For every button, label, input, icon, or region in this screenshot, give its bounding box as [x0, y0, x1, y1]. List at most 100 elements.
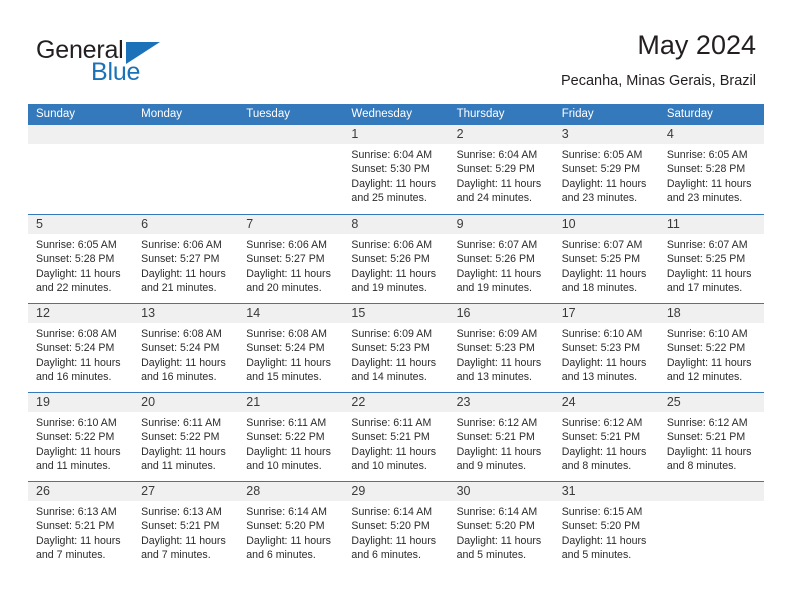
day-cell[interactable]: 17 Sunrise: 6:10 AM Sunset: 5:23 PM Dayl…: [553, 304, 659, 392]
sunrise-line: Sunrise: 6:15 AM: [561, 506, 643, 518]
day-number-band: 3: [553, 125, 659, 144]
day-cell[interactable]: [238, 125, 344, 214]
day-cell[interactable]: 20 Sunrise: 6:11 AM Sunset: 5:22 PM Dayl…: [133, 393, 239, 481]
day-number: 12: [36, 306, 50, 320]
daylight-line-2: and 6 minutes.: [351, 549, 421, 562]
day-number-band: [238, 125, 344, 144]
day-number: 8: [351, 217, 359, 231]
day-cell[interactable]: 7 Sunrise: 6:06 AM Sunset: 5:27 PM Dayli…: [238, 215, 344, 303]
day-number-band: 5: [28, 215, 134, 234]
day-details: Sunrise: 6:10 AM Sunset: 5:23 PM Dayligh…: [554, 323, 659, 385]
day-details: [28, 144, 133, 148]
day-cell[interactable]: 23 Sunrise: 6:12 AM Sunset: 5:21 PM Dayl…: [448, 393, 554, 481]
day-number: 19: [36, 395, 50, 409]
day-cell[interactable]: [133, 125, 239, 214]
daylight-line-2: and 19 minutes.: [456, 282, 532, 295]
day-number: 22: [351, 395, 366, 409]
sunrise-line: Sunrise: 6:11 AM: [351, 417, 432, 429]
day-cell[interactable]: 19 Sunrise: 6:10 AM Sunset: 5:22 PM Dayl…: [28, 393, 134, 481]
day-number-band: [658, 482, 764, 501]
day-cell[interactable]: 2 Sunrise: 6:04 AM Sunset: 5:29 PM Dayli…: [448, 125, 554, 214]
sunrise-line: Sunrise: 6:08 AM: [246, 328, 327, 340]
day-cell[interactable]: 12 Sunrise: 6:08 AM Sunset: 5:24 PM Dayl…: [28, 304, 134, 392]
day-details: [238, 144, 343, 148]
day-cell[interactable]: 14 Sunrise: 6:08 AM Sunset: 5:24 PM Dayl…: [238, 304, 344, 392]
day-cell[interactable]: 22 Sunrise: 6:11 AM Sunset: 5:21 PM Dayl…: [343, 393, 449, 481]
day-number: 14: [246, 306, 261, 320]
day-details: Sunrise: 6:05 AM Sunset: 5:28 PM Dayligh…: [28, 234, 133, 296]
day-cell[interactable]: 11 Sunrise: 6:07 AM Sunset: 5:25 PM Dayl…: [658, 215, 764, 303]
sunset-line: Sunset: 5:23 PM: [456, 342, 535, 355]
day-cell[interactable]: 24 Sunrise: 6:12 AM Sunset: 5:21 PM Dayl…: [553, 393, 659, 481]
sunset-line: Sunset: 5:21 PM: [141, 520, 220, 533]
sunrise-line: Sunrise: 6:08 AM: [36, 328, 117, 340]
daylight-line-1: Daylight: 11 hours: [141, 445, 226, 458]
day-number-band: 17: [553, 304, 659, 323]
weekday-monday: Monday: [141, 108, 183, 120]
day-number: 21: [246, 395, 261, 409]
general-blue-logo: General Blue: [36, 36, 236, 92]
daylight-line-2: and 5 minutes.: [456, 549, 527, 562]
day-number: 27: [141, 484, 156, 498]
day-cell[interactable]: 10 Sunrise: 6:07 AM Sunset: 5:25 PM Dayl…: [553, 215, 659, 303]
daylight-line-1: Daylight: 11 hours: [351, 445, 437, 458]
daylight-line-1: Daylight: 11 hours: [561, 267, 647, 280]
sunset-line: Sunset: 5:30 PM: [351, 163, 430, 176]
day-cell[interactable]: 6 Sunrise: 6:06 AM Sunset: 5:27 PM Dayli…: [133, 215, 239, 303]
day-cell[interactable]: 8 Sunrise: 6:06 AM Sunset: 5:26 PM Dayli…: [343, 215, 449, 303]
day-cell[interactable]: 27 Sunrise: 6:13 AM Sunset: 5:21 PM Dayl…: [133, 482, 239, 570]
day-details: Sunrise: 6:12 AM Sunset: 5:21 PM Dayligh…: [449, 412, 554, 474]
day-cell[interactable]: 15 Sunrise: 6:09 AM Sunset: 5:23 PM Dayl…: [343, 304, 449, 392]
sunrise-line: Sunrise: 6:04 AM: [456, 149, 538, 161]
day-cell[interactable]: 28 Sunrise: 6:14 AM Sunset: 5:20 PM Dayl…: [238, 482, 344, 570]
sunrise-line: Sunrise: 6:06 AM: [246, 239, 327, 251]
day-number-band: 2: [448, 125, 554, 144]
day-details: Sunrise: 6:04 AM Sunset: 5:30 PM Dayligh…: [343, 144, 448, 206]
day-details: Sunrise: 6:08 AM Sunset: 5:24 PM Dayligh…: [133, 323, 238, 385]
sunset-line: Sunset: 5:23 PM: [351, 342, 430, 355]
day-number-band: 13: [133, 304, 239, 323]
day-number: 30: [456, 484, 471, 498]
day-number-band: 25: [658, 393, 764, 412]
daylight-line-2: and 12 minutes.: [666, 371, 743, 384]
day-cell[interactable]: 1 Sunrise: 6:04 AM Sunset: 5:30 PM Dayli…: [343, 125, 449, 214]
week-row: 5 Sunrise: 6:05 AM Sunset: 5:28 PM Dayli…: [28, 214, 764, 303]
daylight-line-2: and 11 minutes.: [36, 460, 111, 473]
day-details: Sunrise: 6:14 AM Sunset: 5:20 PM Dayligh…: [343, 501, 448, 563]
day-cell[interactable]: 30 Sunrise: 6:14 AM Sunset: 5:20 PM Dayl…: [448, 482, 554, 570]
day-cell[interactable]: 21 Sunrise: 6:11 AM Sunset: 5:22 PM Dayl…: [238, 393, 344, 481]
day-cell[interactable]: 13 Sunrise: 6:08 AM Sunset: 5:24 PM Dayl…: [133, 304, 239, 392]
daylight-line-2: and 10 minutes.: [351, 460, 427, 473]
day-details: Sunrise: 6:14 AM Sunset: 5:20 PM Dayligh…: [449, 501, 554, 563]
day-cell[interactable]: 3 Sunrise: 6:05 AM Sunset: 5:29 PM Dayli…: [553, 125, 659, 214]
sunrise-line: Sunrise: 6:13 AM: [141, 506, 222, 518]
sunset-line: Sunset: 5:21 PM: [456, 431, 535, 444]
daylight-line-1: Daylight: 11 hours: [36, 534, 121, 547]
day-cell[interactable]: 5 Sunrise: 6:05 AM Sunset: 5:28 PM Dayli…: [28, 215, 134, 303]
sunrise-line: Sunrise: 6:05 AM: [36, 239, 117, 251]
day-details: Sunrise: 6:06 AM Sunset: 5:26 PM Dayligh…: [343, 234, 448, 296]
day-cell[interactable]: 9 Sunrise: 6:07 AM Sunset: 5:26 PM Dayli…: [448, 215, 554, 303]
sunrise-line: Sunrise: 6:05 AM: [561, 149, 643, 161]
sunset-line: Sunset: 5:21 PM: [666, 431, 746, 444]
day-cell[interactable]: [28, 125, 134, 214]
day-cell[interactable]: 4 Sunrise: 6:05 AM Sunset: 5:28 PM Dayli…: [658, 125, 764, 214]
day-cell[interactable]: [658, 482, 764, 570]
day-number-band: 6: [133, 215, 239, 234]
daylight-line-1: Daylight: 11 hours: [561, 445, 647, 458]
day-details: Sunrise: 6:04 AM Sunset: 5:29 PM Dayligh…: [449, 144, 554, 206]
day-details: Sunrise: 6:09 AM Sunset: 5:23 PM Dayligh…: [343, 323, 448, 385]
daylight-line-2: and 25 minutes.: [351, 192, 427, 205]
daylight-line-1: Daylight: 11 hours: [456, 267, 542, 280]
sunrise-line: Sunrise: 6:11 AM: [246, 417, 327, 429]
day-number: 26: [36, 484, 50, 498]
day-cell[interactable]: 29 Sunrise: 6:14 AM Sunset: 5:20 PM Dayl…: [343, 482, 449, 570]
day-cell[interactable]: 31 Sunrise: 6:15 AM Sunset: 5:20 PM Dayl…: [553, 482, 659, 570]
day-cell[interactable]: 16 Sunrise: 6:09 AM Sunset: 5:23 PM Dayl…: [448, 304, 554, 392]
day-cell[interactable]: 26 Sunrise: 6:13 AM Sunset: 5:21 PM Dayl…: [28, 482, 134, 570]
day-details: Sunrise: 6:05 AM Sunset: 5:28 PM Dayligh…: [659, 144, 764, 206]
day-cell[interactable]: 25 Sunrise: 6:12 AM Sunset: 5:21 PM Dayl…: [658, 393, 764, 481]
day-cell[interactable]: 18 Sunrise: 6:10 AM Sunset: 5:22 PM Dayl…: [658, 304, 764, 392]
week-row: 26 Sunrise: 6:13 AM Sunset: 5:21 PM Dayl…: [28, 481, 764, 570]
sunset-line: Sunset: 5:22 PM: [36, 431, 115, 444]
